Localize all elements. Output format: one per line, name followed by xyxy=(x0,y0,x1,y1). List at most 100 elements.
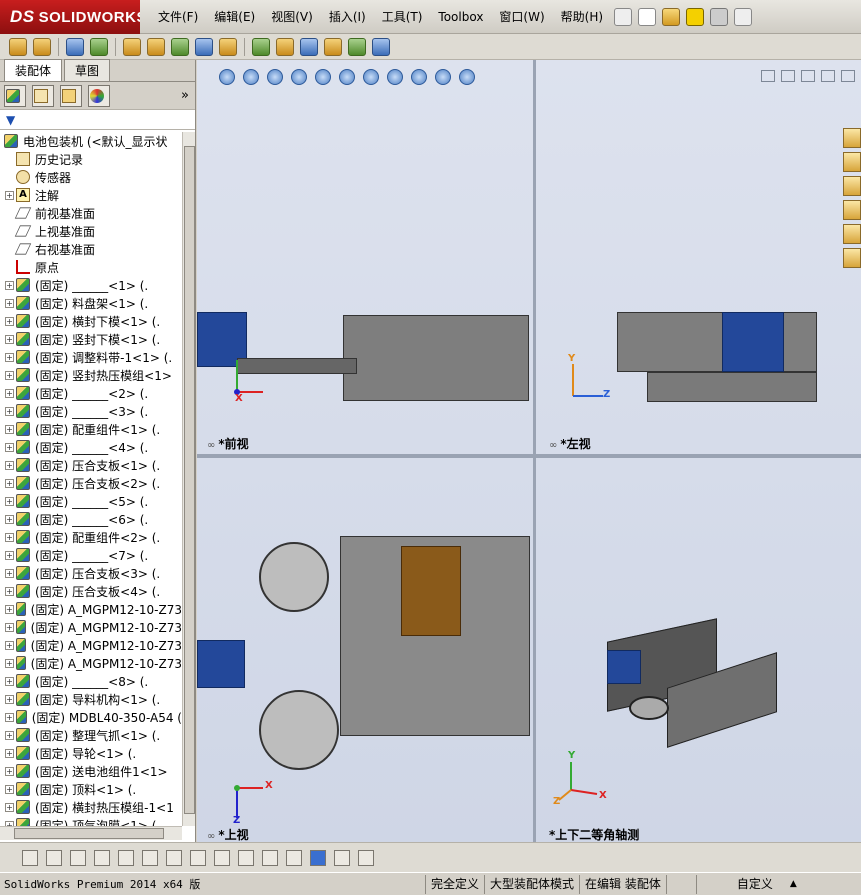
help-icon[interactable] xyxy=(734,7,753,26)
tree-component-item[interactable]: + (固定) 送电池组件1<1> xyxy=(0,762,182,780)
menu-edit[interactable]: 编辑(E) xyxy=(206,8,263,25)
collapse-panel-icon[interactable]: » xyxy=(181,88,189,103)
tree-feature-item[interactable]: 右视基准面 xyxy=(0,240,182,258)
tree-component-item[interactable]: + (固定) ______<5> (. xyxy=(0,492,182,510)
circle-icon[interactable] xyxy=(46,849,62,866)
viewport-vertical-divider[interactable] xyxy=(533,60,536,842)
tree-filter[interactable]: ▼ xyxy=(0,110,195,130)
tree-component-item[interactable]: + (固定) 导轮<1> (. xyxy=(0,744,182,762)
expand-toggle[interactable]: + xyxy=(5,424,14,434)
units-up-arrow-icon[interactable]: ▲ xyxy=(778,879,797,889)
solidworks-logo[interactable]: DS SOLIDWORKS xyxy=(0,0,146,34)
tree-component-item[interactable]: + (固定) 调整料带-1<1> (. xyxy=(0,348,182,366)
tab-sketch[interactable]: 草图 xyxy=(64,59,111,81)
expand-toggle[interactable]: + xyxy=(5,550,14,560)
scroll-thumb-horizontal[interactable] xyxy=(14,828,164,839)
menu-insert[interactable]: 插入(I) xyxy=(321,8,374,25)
smart-fasteners-icon[interactable] xyxy=(147,37,165,56)
interference-detection-icon[interactable] xyxy=(348,37,366,56)
tree-component-item[interactable]: + (固定) 配重组件<1> (. xyxy=(0,420,182,438)
left-view-model[interactable] xyxy=(617,312,817,372)
tree-component-item[interactable]: + (固定) MDBL40-350-A54 ( xyxy=(0,708,182,726)
tree-component-item[interactable]: + (固定) 竖封下模<1> (. xyxy=(0,330,182,348)
expand-toggle[interactable]: + xyxy=(5,370,14,380)
hide-show-items-icon[interactable] xyxy=(387,69,403,85)
centerline-icon[interactable] xyxy=(142,849,158,866)
paperclip-icon[interactable] xyxy=(66,37,84,56)
tree-horizontal-scrollbar[interactable] xyxy=(0,826,182,840)
menu-window[interactable]: 窗口(W) xyxy=(491,8,552,25)
filter-icon[interactable]: ▼ xyxy=(6,113,15,127)
expand-toggle[interactable]: + xyxy=(5,190,14,200)
tree-component-item[interactable]: + (固定) 整理气抓<1> (. xyxy=(0,726,182,744)
tree-feature-item[interactable]: 历史记录 xyxy=(0,150,182,168)
expand-toggle[interactable]: + xyxy=(5,658,14,668)
new-document-icon[interactable] xyxy=(638,7,657,26)
tree-component-item[interactable]: + (固定) 导料机构<1> (. xyxy=(0,690,182,708)
link-views-icon[interactable]: ∞ xyxy=(549,440,557,451)
move-component-icon[interactable] xyxy=(171,37,189,56)
tree-component-item[interactable]: + (固定) 料盘架<1> (. xyxy=(0,294,182,312)
section-view-icon[interactable] xyxy=(291,69,307,85)
expand-toggle[interactable]: + xyxy=(5,298,14,308)
tree-feature-item[interactable]: 传感器 xyxy=(0,168,182,186)
task-pane-appearances-icon[interactable] xyxy=(843,224,861,244)
tree-component-item[interactable]: + (固定) 压合支板<1> (. xyxy=(0,456,182,474)
expand-toggle[interactable]: + xyxy=(5,766,14,776)
display-style-icon[interactable] xyxy=(363,69,379,85)
expand-toggle[interactable]: + xyxy=(5,532,14,542)
tree-component-item[interactable]: + (固定) 压合支板<2> (. xyxy=(0,474,182,492)
reference-geometry-icon[interactable] xyxy=(252,37,270,56)
pin-icon[interactable] xyxy=(614,7,633,26)
tree-component-item[interactable]: + (固定) 压合支板<3> (. xyxy=(0,564,182,582)
restore-icon[interactable] xyxy=(821,70,835,82)
task-pane-home-icon[interactable] xyxy=(843,128,861,148)
close-icon[interactable] xyxy=(841,70,855,82)
task-pane-custom-properties-icon[interactable] xyxy=(843,248,861,268)
tree-vertical-scrollbar[interactable] xyxy=(182,132,195,826)
exploded-view-icon[interactable] xyxy=(324,37,342,56)
scroll-thumb[interactable] xyxy=(184,146,195,814)
mirror-icon[interactable] xyxy=(190,849,206,866)
menu-view[interactable]: 视图(V) xyxy=(263,8,321,25)
show-hidden-icon[interactable] xyxy=(195,37,213,56)
display-manager-tab-icon[interactable] xyxy=(88,84,110,107)
viewport-split-icon[interactable] xyxy=(781,70,795,82)
minimize-icon[interactable] xyxy=(801,70,815,82)
window-view-icon[interactable] xyxy=(334,849,350,866)
viewport-horizontal-divider[interactable] xyxy=(197,454,861,458)
expand-toggle[interactable]: + xyxy=(5,730,14,740)
shaded-display-icon[interactable] xyxy=(310,849,326,866)
expand-toggle[interactable]: + xyxy=(5,622,14,632)
tree-feature-item[interactable]: 原点 xyxy=(0,258,182,276)
status-units[interactable]: 自定义 xyxy=(695,874,778,894)
component-pattern-icon[interactable] xyxy=(123,37,141,56)
tab-assembly[interactable]: 装配体 xyxy=(4,59,63,81)
tree-component-item[interactable]: + (固定) 配重组件<2> (. xyxy=(0,528,182,546)
expand-toggle[interactable]: + xyxy=(5,676,14,686)
print-icon[interactable] xyxy=(710,7,729,26)
expand-toggle[interactable]: + xyxy=(5,604,14,614)
view-settings-icon[interactable] xyxy=(459,69,475,85)
front-view-model[interactable] xyxy=(343,315,529,401)
mate-icon[interactable] xyxy=(90,37,108,56)
open-folder-icon[interactable] xyxy=(662,7,681,26)
tree-root[interactable]: 电池包装机 (<默认_显示状 xyxy=(0,132,182,150)
apply-scene-icon[interactable] xyxy=(435,69,451,85)
instant3d-icon[interactable] xyxy=(372,37,390,56)
menu-file[interactable]: 文件(F) xyxy=(150,8,206,25)
expand-toggle[interactable]: + xyxy=(5,802,14,812)
tree-component-item[interactable]: + (固定) ______<8> (. xyxy=(0,672,182,690)
expand-toggle[interactable]: + xyxy=(5,388,14,398)
table-icon[interactable] xyxy=(358,849,374,866)
trim-icon[interactable] xyxy=(118,849,134,866)
offset-icon[interactable] xyxy=(166,849,182,866)
tree-component-item[interactable]: + (固定) ______<3> (. xyxy=(0,402,182,420)
warning-icon[interactable] xyxy=(686,7,705,26)
expand-toggle[interactable]: + xyxy=(5,748,14,758)
expand-toggle[interactable]: + xyxy=(5,514,14,524)
bill-of-materials-icon[interactable] xyxy=(300,37,318,56)
tree-component-item[interactable]: + (固定) 顶料<1> (. xyxy=(0,780,182,798)
tree-component-item[interactable]: + (固定) 压合支板<4> (. xyxy=(0,582,182,600)
expand-toggle[interactable]: + xyxy=(5,280,14,290)
